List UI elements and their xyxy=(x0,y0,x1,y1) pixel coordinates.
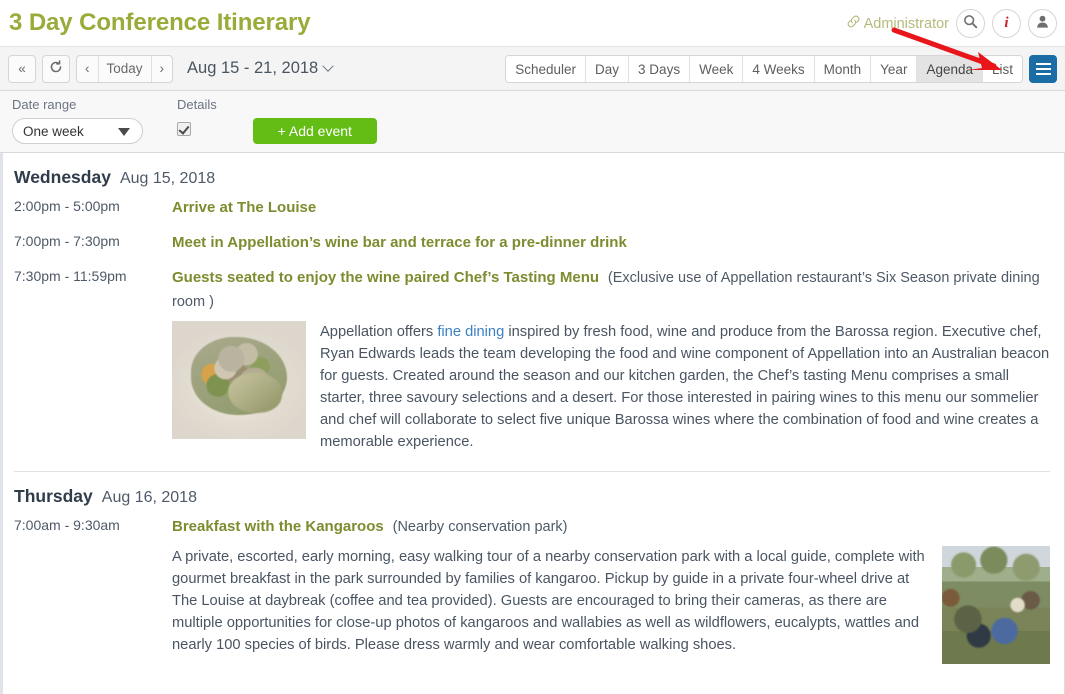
event-main: Guests seated to enjoy the wine paired C… xyxy=(172,266,1050,453)
view-tab-year[interactable]: Year xyxy=(870,56,917,82)
search-button[interactable] xyxy=(956,9,985,38)
search-icon xyxy=(963,14,978,34)
event-title-line: Meet in Appellation’s wine bar and terra… xyxy=(172,231,1050,254)
event-description: Appellation offers fine dining inspired … xyxy=(320,323,1050,450)
view-tab-3-days[interactable]: 3 Days xyxy=(628,56,690,82)
event-description: A private, escorted, early morning, easy… xyxy=(172,549,925,654)
date-navigation-group: ‹ Today › xyxy=(76,54,174,83)
day-header: Thursday Aug 16, 2018 xyxy=(0,472,1064,515)
info-icon: i xyxy=(1004,15,1009,31)
view-tab-list[interactable]: List xyxy=(981,56,1022,82)
view-tabs: Scheduler Day 3 Days Week 4 Weeks Month Year Ag… xyxy=(505,55,1023,83)
header-actions: Administrator i xyxy=(847,0,1057,47)
agenda-day-block: Thursday Aug 16, 2018 7:00am - 9:30am Break… xyxy=(0,472,1064,665)
day-header: Wednesday Aug 15, 2018 xyxy=(0,153,1064,196)
fine-dining-link[interactable]: fine dining xyxy=(437,324,504,340)
hamburger-menu-icon xyxy=(1035,68,1051,70)
agenda-event-row[interactable]: 2:00pm - 5:00pm Arrive at The Louise xyxy=(0,196,1064,219)
event-title[interactable]: Arrive at The Louise xyxy=(172,199,316,216)
link-icon xyxy=(847,15,860,32)
view-tab-month[interactable]: Month xyxy=(813,56,871,82)
chevron-down-icon xyxy=(322,60,334,72)
view-tab-day[interactable]: Day xyxy=(585,56,629,82)
calendar-toolbar: « ‹ Today › Aug 15 - 21, 2018 Scheduler D… xyxy=(0,47,1065,91)
add-event-button[interactable]: + Add event xyxy=(252,118,377,144)
date-range-select[interactable]: One week xyxy=(12,118,143,144)
date-range-control: Date range One week xyxy=(12,97,143,144)
date-range-selected-value: One week xyxy=(23,123,84,139)
day-date: Aug 15, 2018 xyxy=(119,170,216,187)
administrator-label: Administrator xyxy=(863,15,949,32)
details-control: Details xyxy=(177,97,217,136)
refresh-icon xyxy=(49,60,63,77)
details-checkbox[interactable] xyxy=(177,122,191,136)
event-time: 7:00am - 9:30am xyxy=(14,517,120,534)
administrator-link[interactable]: Administrator xyxy=(847,15,949,32)
event-main: Breakfast with the Kangaroos (Nearby con… xyxy=(172,515,1050,665)
hamburger-menu-icon xyxy=(1035,73,1051,75)
day-date: Aug 16, 2018 xyxy=(101,489,197,507)
user-avatar-icon xyxy=(1035,14,1050,34)
event-title-line: Arrive at The Louise xyxy=(172,196,1050,219)
controls-bar: Date range One week Details + Add event xyxy=(0,91,1065,153)
picnic-kangaroo-photo xyxy=(942,546,1050,665)
agenda-event-row[interactable]: 7:30pm - 11:59pm Guests seated to enjoy t… xyxy=(0,266,1064,453)
previous-period-button[interactable]: ‹ xyxy=(77,56,97,82)
event-body: Appellation offers fine dining inspired … xyxy=(172,320,1050,453)
agenda-day-block: Wednesday Aug 15, 2018 2:00pm - 5:00pm Arri… xyxy=(0,153,1064,453)
app-header: 3 Day Conference Itinerary Administrator xyxy=(0,0,1065,47)
event-title[interactable]: Guests seated to enjoy the wine paired C… xyxy=(172,269,599,286)
date-range-label: Date range xyxy=(12,97,77,112)
view-tab-4-weeks[interactable]: 4 Weeks xyxy=(742,56,814,82)
details-label: Details xyxy=(177,97,217,112)
agenda-view: Wednesday Aug 15, 2018 2:00pm - 5:00pm Arri… xyxy=(0,153,1065,694)
double-chevron-left-icon: « xyxy=(18,61,26,76)
event-title[interactable]: Meet in Appellation’s wine bar and terra… xyxy=(172,234,627,251)
current-date-range: Aug 15 - 21, 2018 xyxy=(187,59,319,77)
page-title: 3 Day Conference Itinerary xyxy=(9,9,311,36)
view-tab-week[interactable]: Week xyxy=(689,56,743,82)
event-title-line: Breakfast with the Kangaroos (Nearby con… xyxy=(172,515,1050,538)
menu-button[interactable] xyxy=(1029,55,1057,83)
chevron-left-icon: ‹ xyxy=(85,61,90,76)
view-tab-scheduler[interactable]: Scheduler xyxy=(506,56,586,82)
event-title-line: Guests seated to enjoy the wine paired C… xyxy=(172,266,1050,312)
info-button[interactable]: i xyxy=(992,9,1021,38)
agenda-left-rail xyxy=(0,153,3,694)
date-range-picker[interactable]: Aug 15 - 21, 2018 xyxy=(187,59,334,78)
collapse-button[interactable]: « xyxy=(8,54,36,83)
next-period-button[interactable]: › xyxy=(150,55,172,82)
event-time: 7:00pm - 7:30pm xyxy=(14,233,120,250)
chevron-right-icon: › xyxy=(159,61,165,76)
day-name: Thursday xyxy=(14,486,93,507)
caret-down-icon xyxy=(118,128,130,136)
event-main: Arrive at The Louise xyxy=(172,196,1050,219)
calendar-app: 3 Day Conference Itinerary Administrator xyxy=(0,0,1065,694)
agenda-event-row[interactable]: 7:00am - 9:30am Breakfast with the Kangar… xyxy=(0,515,1064,665)
refresh-button[interactable] xyxy=(42,54,70,83)
agenda-event-row[interactable]: 7:00pm - 7:30pm Meet in Appellation’s win… xyxy=(0,231,1064,254)
plated-dish-photo xyxy=(172,320,306,439)
event-main: Meet in Appellation’s wine bar and terra… xyxy=(172,231,1050,254)
event-title[interactable]: Breakfast with the Kangaroos xyxy=(172,518,384,535)
event-body: A private, escorted, early morning, easy… xyxy=(172,546,1050,665)
day-name: Wednesday xyxy=(14,167,111,187)
user-account-button[interactable] xyxy=(1028,9,1057,38)
view-tab-agenda[interactable]: Agenda xyxy=(916,56,982,82)
event-time: 7:30pm - 11:59pm xyxy=(14,268,127,285)
hamburger-menu-icon xyxy=(1035,63,1051,65)
today-button[interactable]: Today xyxy=(97,55,151,82)
agenda-day-list: Wednesday Aug 15, 2018 2:00pm - 5:00pm Arri… xyxy=(0,153,1064,665)
event-time: 2:00pm - 5:00pm xyxy=(14,198,120,214)
event-subtitle: (Nearby conservation park) xyxy=(392,519,568,536)
